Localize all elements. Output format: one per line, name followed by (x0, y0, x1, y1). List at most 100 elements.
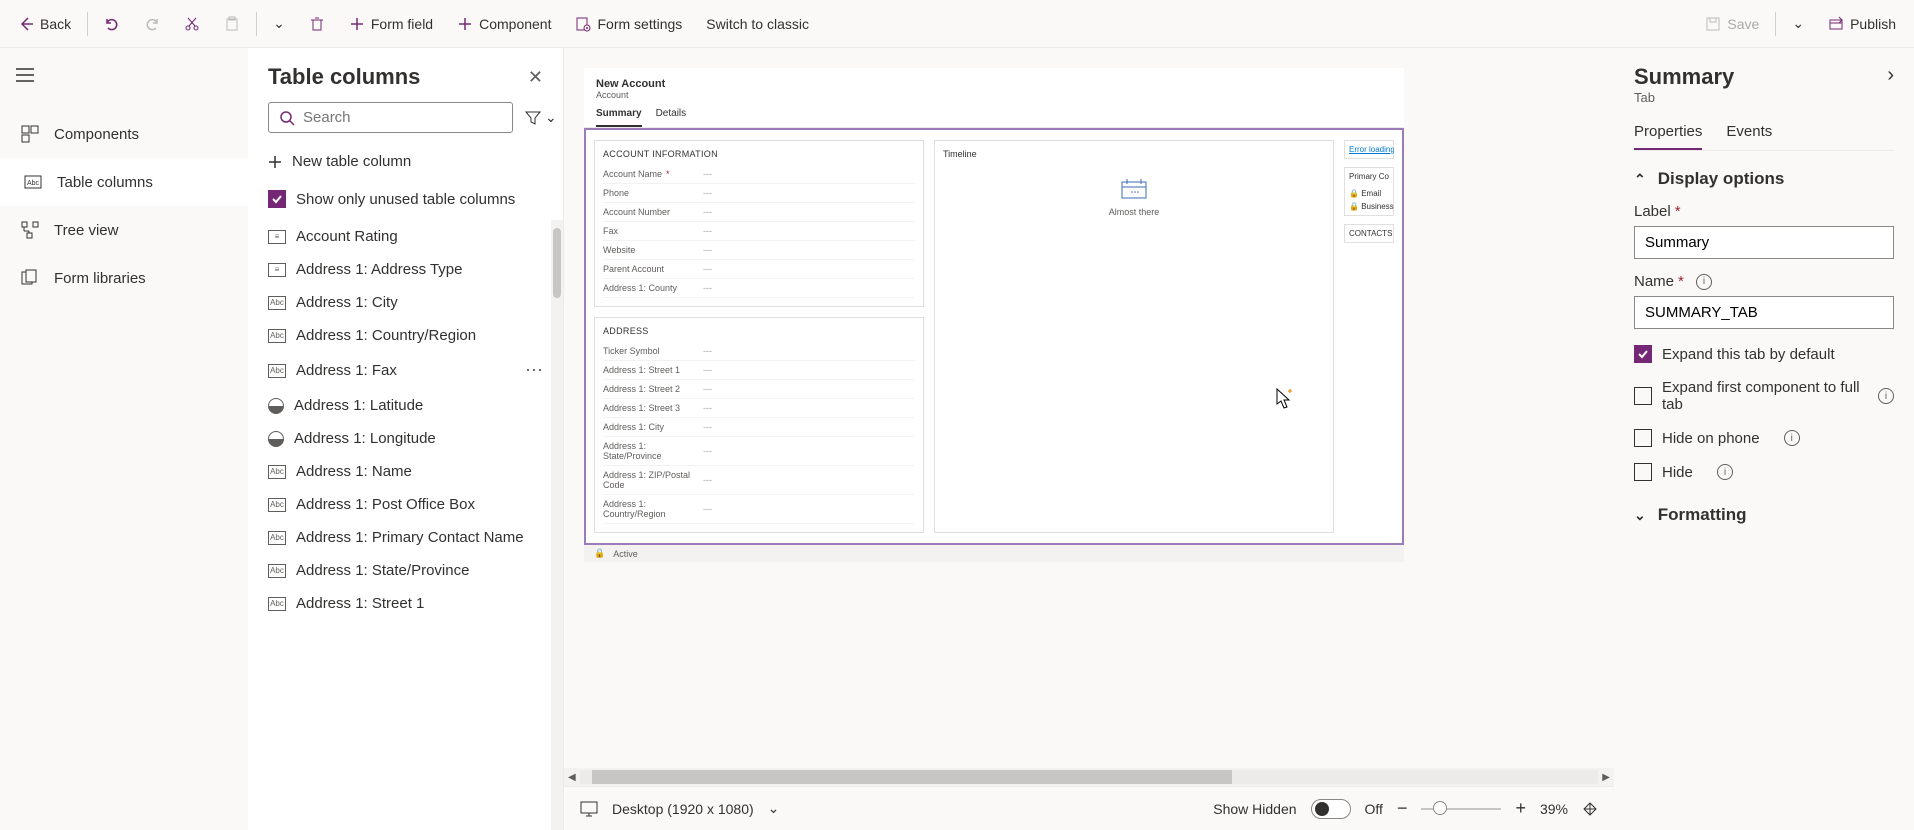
column-item[interactable]: Address 1: Latitude (248, 389, 563, 422)
filter-button[interactable]: ⌄ (521, 103, 561, 132)
column-item[interactable]: AbcAddress 1: State/Province (248, 554, 563, 587)
horizontal-scrollbar[interactable]: ◀ ▶ (564, 768, 1614, 786)
related-card[interactable]: Primary Co 🔒 Email 🔒 Business (1344, 167, 1394, 216)
info-icon[interactable]: i (1717, 464, 1733, 480)
info-icon[interactable]: i (1878, 388, 1894, 404)
column-item[interactable]: AbcAddress 1: Primary Contact Name (248, 521, 563, 554)
collapse-pane-button[interactable]: › (1887, 64, 1894, 87)
expand-first-checkbox[interactable]: Expand first component to full tab i (1634, 379, 1894, 413)
form-field-button[interactable]: Form field (339, 10, 443, 38)
back-label: Back (40, 16, 71, 32)
prop-tab-events[interactable]: Events (1726, 123, 1772, 150)
field-row[interactable]: Parent Account--- (603, 260, 915, 279)
chevron-down-icon: ⌄ (273, 15, 285, 32)
switch-classic-button[interactable]: Switch to classic (696, 10, 819, 38)
column-item[interactable]: AbcAddress 1: Name (248, 455, 563, 488)
text-icon: Abc (268, 564, 286, 578)
info-icon[interactable]: i (1696, 274, 1712, 290)
nav-table-columns[interactable]: Abc Table columns (0, 158, 248, 206)
scroll-thumb[interactable] (553, 228, 561, 298)
field-row[interactable]: Address 1: ZIP/Postal Code--- (603, 466, 915, 495)
column-item[interactable]: ≡Address 1: Address Type (248, 253, 563, 286)
nav-form-libraries[interactable]: Form libraries (0, 254, 248, 302)
field-row[interactable]: Phone--- (603, 184, 915, 203)
text-icon: Abc (268, 364, 286, 378)
zoom-slider[interactable] (1421, 808, 1501, 810)
back-button[interactable]: Back (8, 10, 81, 38)
field-row[interactable]: Account Name*--- (603, 165, 915, 184)
hide-checkbox[interactable]: Hide i (1634, 463, 1894, 481)
field-row[interactable]: Address 1: Country/Region--- (603, 495, 915, 524)
show-hidden-toggle[interactable] (1311, 799, 1351, 819)
hamburger-button[interactable] (0, 60, 248, 90)
viewport-label[interactable]: Desktop (1920 x 1080) (612, 801, 754, 817)
scroll-thumb[interactable] (592, 770, 1232, 784)
zoom-in-button[interactable]: + (1515, 798, 1526, 819)
section-account-info[interactable]: ACCOUNT INFORMATION Account Name*--- Pho… (594, 140, 924, 307)
unused-columns-checkbox-row[interactable]: Show only unused table columns (248, 180, 563, 220)
field-row[interactable]: Address 1: City--- (603, 418, 915, 437)
cut-button[interactable] (174, 10, 210, 38)
section-formatting[interactable]: ⌄ Formatting (1634, 505, 1894, 525)
hide-phone-checkbox[interactable]: Hide on phone i (1634, 429, 1894, 447)
paste-dropdown[interactable]: ⌄ (263, 9, 295, 38)
search-box[interactable] (268, 102, 513, 133)
property-pane: Summary Tab › Properties Events ⌃ Displa… (1614, 48, 1914, 830)
section-address[interactable]: ADDRESS Ticker Symbol--- Address 1: Stre… (594, 317, 924, 533)
label-input[interactable] (1634, 226, 1894, 259)
back-arrow-icon (18, 16, 34, 32)
lock-icon: 🔒 (594, 548, 605, 559)
form-settings-button[interactable]: Form settings (565, 10, 692, 38)
nav-tree-view[interactable]: Tree view (0, 206, 248, 254)
close-panel-button[interactable]: ✕ (528, 67, 543, 88)
field-row[interactable]: Address 1: State/Province--- (603, 437, 915, 466)
section-timeline[interactable]: Timeline Almost there (934, 140, 1334, 533)
section-display-options[interactable]: ⌃ Display options (1634, 169, 1894, 189)
field-row[interactable]: Ticker Symbol--- (603, 342, 915, 361)
optionset-icon: ≡ (268, 230, 286, 244)
new-table-column-button[interactable]: New table column (248, 143, 563, 180)
chevron-down-icon[interactable]: ⌄ (768, 800, 780, 817)
form-preview[interactable]: New Account Account Summary Details ACCO… (584, 68, 1404, 562)
publish-button[interactable]: Publish (1818, 10, 1906, 38)
search-input[interactable] (303, 109, 502, 126)
undo-button[interactable] (94, 10, 130, 38)
field-row[interactable]: Account Number--- (603, 203, 915, 222)
more-icon[interactable]: ⋯ (525, 360, 543, 381)
column-item[interactable]: AbcAddress 1: Street 1 (248, 587, 563, 620)
column-item[interactable]: AbcAddress 1: Fax⋯ (248, 352, 563, 389)
field-row[interactable]: Address 1: County--- (603, 279, 915, 298)
column-item[interactable]: ≡Account Rating (248, 220, 563, 253)
field-row[interactable]: Fax--- (603, 222, 915, 241)
redo-button[interactable] (134, 10, 170, 38)
related-card[interactable]: CONTACTS (1344, 224, 1394, 243)
related-card[interactable]: Error loading (1344, 140, 1394, 159)
column-item[interactable]: Address 1: Longitude (248, 422, 563, 455)
field-row[interactable]: Address 1: Street 2--- (603, 380, 915, 399)
form-tab-summary[interactable]: Summary (596, 108, 642, 127)
scroll-left-icon[interactable]: ◀ (568, 772, 576, 783)
column-item[interactable]: AbcAddress 1: City (248, 286, 563, 319)
save-dropdown[interactable]: ⌄ (1782, 9, 1814, 38)
field-row[interactable]: Website--- (603, 241, 915, 260)
form-tab-details[interactable]: Details (656, 108, 687, 127)
form-entity: Account (596, 90, 1392, 100)
zoom-out-button[interactable]: − (1397, 798, 1408, 819)
nav-components[interactable]: Components (0, 110, 248, 158)
delete-button[interactable] (299, 10, 335, 38)
scroll-right-icon[interactable]: ▶ (1602, 772, 1610, 783)
paste-button[interactable] (214, 10, 250, 38)
component-button[interactable]: Component (447, 10, 561, 38)
scrollbar[interactable] (551, 220, 563, 830)
divider (256, 12, 257, 36)
prop-tab-properties[interactable]: Properties (1634, 123, 1702, 150)
expand-default-checkbox[interactable]: Expand this tab by default (1634, 345, 1894, 363)
field-row[interactable]: Address 1: Street 3--- (603, 399, 915, 418)
column-item[interactable]: AbcAddress 1: Post Office Box (248, 488, 563, 521)
field-row[interactable]: Address 1: Street 1--- (603, 361, 915, 380)
save-button[interactable]: Save (1695, 10, 1769, 38)
column-item[interactable]: AbcAddress 1: Country/Region (248, 319, 563, 352)
info-icon[interactable]: i (1784, 430, 1800, 446)
fit-to-screen-button[interactable] (1582, 801, 1598, 817)
name-input[interactable] (1634, 296, 1894, 329)
